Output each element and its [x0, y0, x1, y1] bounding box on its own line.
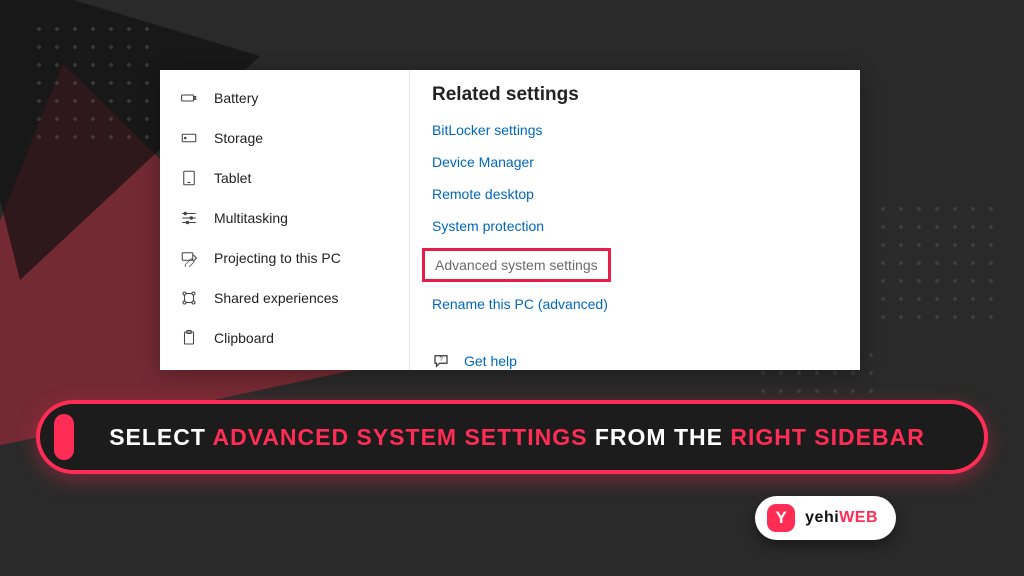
project-icon [180, 249, 198, 267]
link-bitlocker-settings[interactable]: BitLocker settings [432, 122, 838, 138]
logo-badge: Y yehiWEB [755, 496, 896, 540]
logo-y-icon: Y [767, 504, 795, 532]
battery-icon [180, 89, 198, 107]
banner-text: SELECT ADVANCED SYSTEM SETTINGS FROM THE… [96, 424, 984, 451]
sidebar-item-storage[interactable]: Storage [160, 118, 409, 158]
sidebar-item-battery[interactable]: Battery [160, 78, 409, 118]
shared-icon [180, 289, 198, 307]
storage-icon [180, 129, 198, 147]
sidebar-item-label: Storage [214, 130, 263, 146]
sidebar-item-label: Clipboard [214, 330, 274, 346]
sidebar-item-label: Tablet [214, 170, 251, 186]
sidebar-item-shared-experiences[interactable]: Shared experiences [160, 278, 409, 318]
settings-window: Battery Storage Tablet Multitasking Proj… [160, 70, 860, 370]
link-advanced-system-settings[interactable]: Advanced system settings [435, 257, 598, 273]
instruction-banner: SELECT ADVANCED SYSTEM SETTINGS FROM THE… [36, 400, 988, 474]
link-get-help[interactable]: ? Get help [432, 352, 838, 370]
sidebar: Battery Storage Tablet Multitasking Proj… [160, 70, 410, 370]
tablet-icon [180, 169, 198, 187]
multitasking-icon [180, 209, 198, 227]
sidebar-item-label: Battery [214, 90, 258, 106]
link-rename-this-pc[interactable]: Rename this PC (advanced) [432, 296, 838, 312]
highlight-advanced-system-settings: Advanced system settings [422, 248, 611, 282]
sidebar-item-tablet[interactable]: Tablet [160, 158, 409, 198]
sidebar-item-label: Shared experiences [214, 290, 339, 306]
link-system-protection[interactable]: System protection [432, 218, 838, 234]
clipboard-icon [180, 329, 198, 347]
get-help-label: Get help [464, 353, 517, 369]
chat-help-icon: ? [432, 352, 450, 370]
link-device-manager[interactable]: Device Manager [432, 154, 838, 170]
svg-text:?: ? [440, 357, 444, 363]
logo-text: yehiWEB [805, 509, 878, 527]
sidebar-item-label: Projecting to this PC [214, 250, 341, 266]
related-settings-heading: Related settings [432, 84, 838, 106]
sidebar-item-label: Multitasking [214, 210, 288, 226]
sidebar-item-multitasking[interactable]: Multitasking [160, 198, 409, 238]
sidebar-item-projecting[interactable]: Projecting to this PC [160, 238, 409, 278]
banner-accent [54, 414, 74, 460]
sidebar-item-clipboard[interactable]: Clipboard [160, 318, 409, 358]
link-remote-desktop[interactable]: Remote desktop [432, 186, 838, 202]
main-panel: Related settings BitLocker settings Devi… [410, 70, 860, 370]
